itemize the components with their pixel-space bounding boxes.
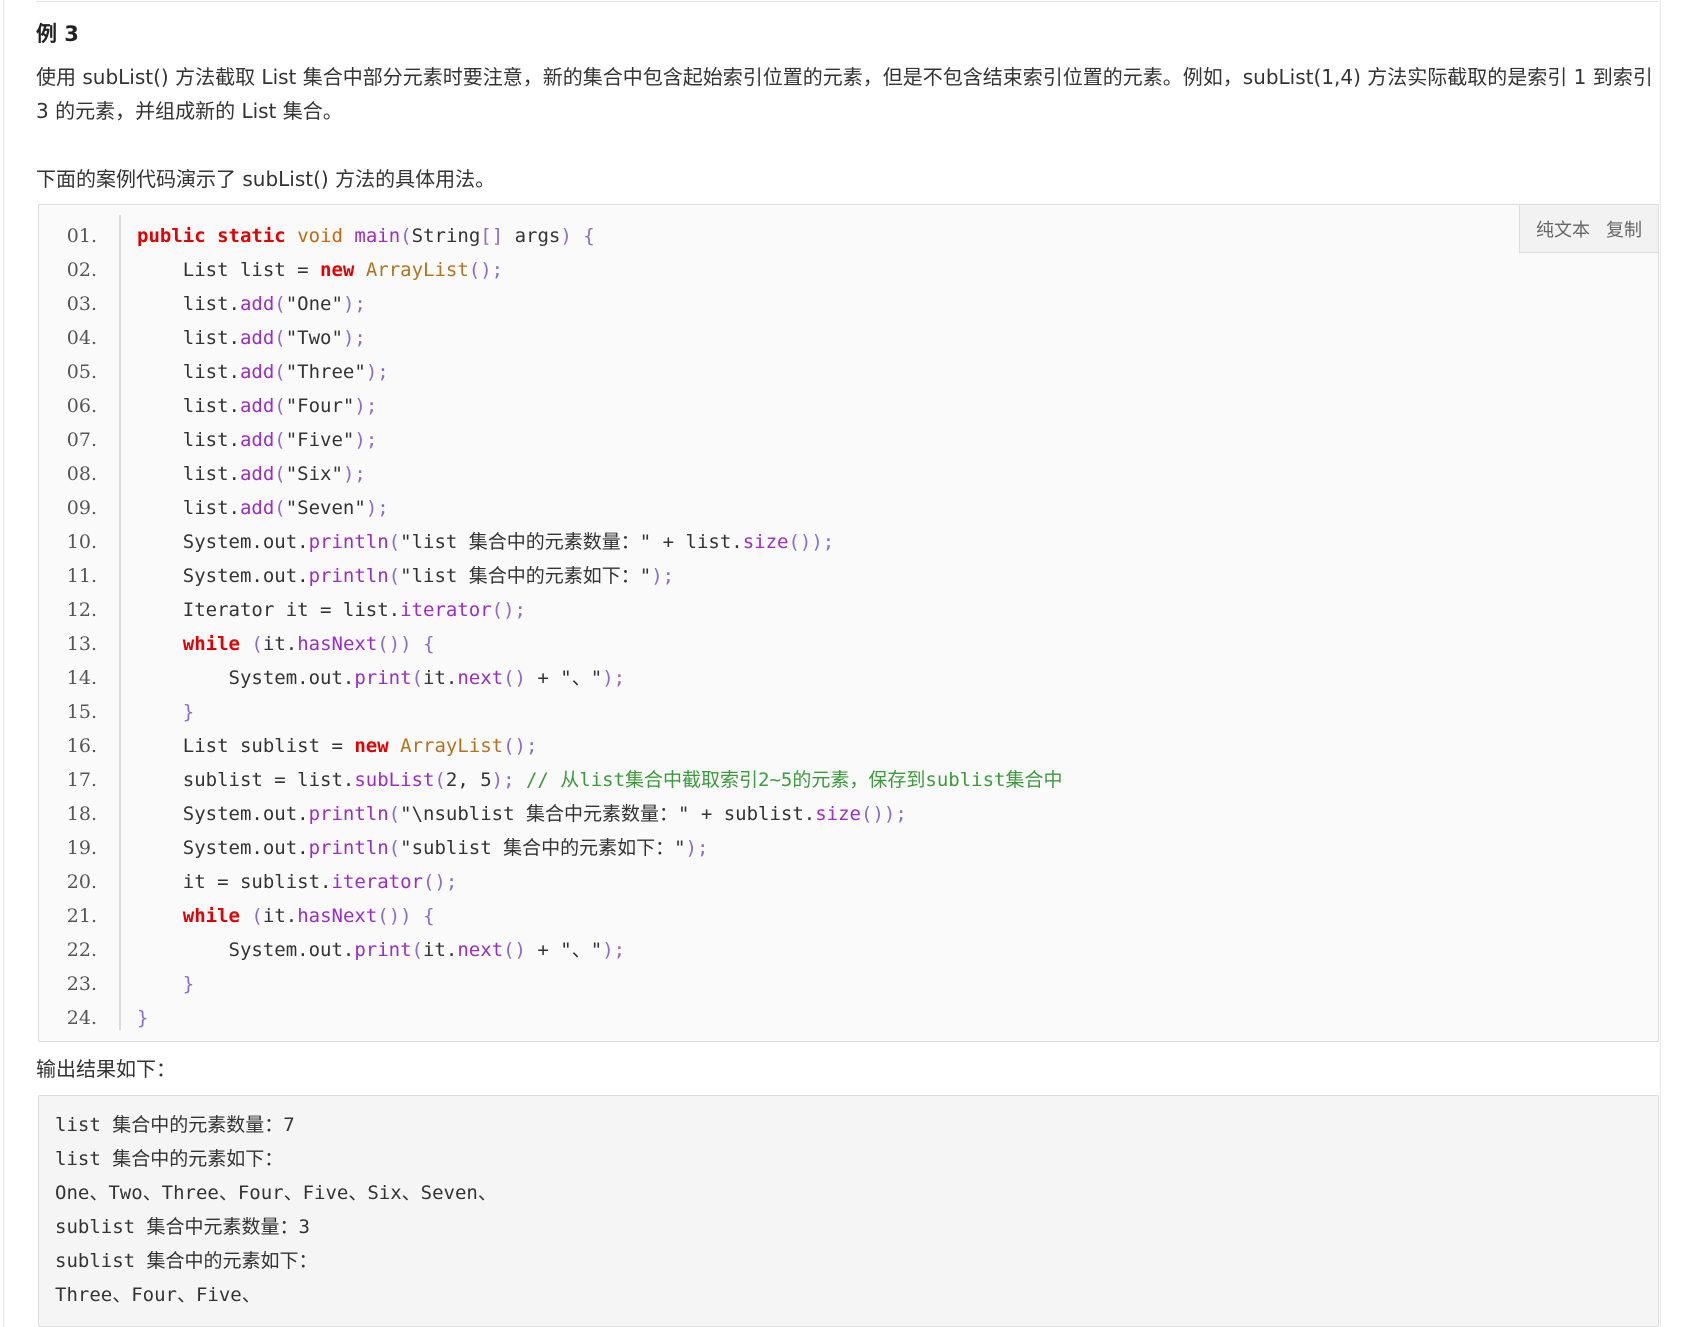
code-text: public static void main(String[] args) { bbox=[137, 225, 595, 247]
code-text: Iterator it = list.iterator(); bbox=[137, 599, 526, 621]
line-number: 14. bbox=[66, 667, 97, 689]
output-block: list 集合中的元素数量：7 list 集合中的元素如下： One、Two、T… bbox=[38, 1095, 1659, 1327]
code-line: 03. list.add("One"); bbox=[39, 287, 1062, 321]
intro-paragraph: 使用 subList() 方法截取 List 集合中部分元素时要注意，新的集合中… bbox=[36, 65, 1653, 123]
code-line: 23. } bbox=[39, 967, 1062, 1001]
code-line: 20. it = sublist.iterator(); bbox=[39, 865, 1062, 899]
code-text: list.add("Six"); bbox=[137, 463, 366, 485]
code-line: 15. } bbox=[39, 695, 1062, 729]
line-number: 09. bbox=[66, 497, 97, 519]
line-number: 08. bbox=[66, 463, 97, 485]
copy-button[interactable]: 复制 bbox=[1606, 216, 1642, 242]
code-line: 13. while (it.hasNext()) { bbox=[39, 627, 1062, 661]
code-line: 17. sublist = list.subList(2, 5); // 从li… bbox=[39, 763, 1063, 797]
line-number: 20. bbox=[66, 871, 97, 893]
code-text: } bbox=[137, 1007, 149, 1029]
divider bbox=[36, 1, 1658, 2]
output-label: 输出结果如下： bbox=[36, 1057, 176, 1081]
code-line: 19. System.out.println("sublist 集合中的元素如下… bbox=[39, 831, 1062, 865]
code-line: 24.} bbox=[39, 1001, 1062, 1035]
example-heading: 例 3 bbox=[36, 22, 79, 46]
code-text: while (it.hasNext()) { bbox=[182, 905, 435, 927]
code-line: 14. System.out.print(it.next() + "、"); bbox=[39, 661, 1062, 695]
output-line: list 集合中的元素数量：7 bbox=[55, 1114, 295, 1136]
code-line: 06. list.add("Four"); bbox=[39, 389, 1062, 423]
line-number: 05. bbox=[66, 361, 97, 383]
line-number: 10. bbox=[66, 531, 97, 553]
code-line: 21. while (it.hasNext()) { bbox=[39, 899, 1062, 933]
line-number: 16. bbox=[66, 735, 97, 757]
line-number: 21. bbox=[66, 905, 97, 927]
line-number: 22. bbox=[66, 939, 97, 961]
code-line: 12. Iterator it = list.iterator(); bbox=[39, 593, 1062, 627]
line-number: 17. bbox=[66, 769, 97, 791]
code-text: list.add("Three"); bbox=[137, 361, 389, 383]
output-line: sublist 集合中的元素如下： bbox=[55, 1250, 318, 1272]
output-line: list 集合中的元素如下： bbox=[55, 1148, 284, 1170]
code-text: System.out.println("list 集合中的元素如下："); bbox=[137, 565, 675, 587]
code-block: 纯文本 复制 01. public static void main(String… bbox=[38, 204, 1659, 1042]
code-text: } bbox=[182, 973, 195, 995]
line-number: 01. bbox=[66, 225, 97, 247]
line-number: 15. bbox=[66, 701, 97, 723]
line-number: 06. bbox=[66, 395, 97, 417]
line-number: 04. bbox=[66, 327, 97, 349]
code-text: } bbox=[182, 701, 195, 723]
line-number: 24. bbox=[66, 1007, 97, 1029]
code-text: List list = new ArrayList(); bbox=[137, 259, 504, 281]
code-text: list.add("Four"); bbox=[137, 395, 378, 417]
line-number: 13. bbox=[66, 633, 97, 655]
code-text: sublist = list.subList(2, 5); // 从list集合… bbox=[137, 769, 1063, 791]
line-number: 11. bbox=[66, 565, 97, 587]
line-number: 12. bbox=[66, 599, 97, 621]
output-line: One、Two、Three、Four、Five、Six、Seven、 bbox=[55, 1182, 497, 1204]
code-line: 04. list.add("Two"); bbox=[39, 321, 1062, 355]
code-line: 09. list.add("Seven"); bbox=[39, 491, 1062, 525]
code-line: 08. list.add("Six"); bbox=[39, 457, 1062, 491]
code-intro-text: 下面的案例代码演示了 subList() 方法的具体用法。 bbox=[36, 167, 496, 191]
code-text: list.add("Five"); bbox=[137, 429, 378, 451]
line-number: 18. bbox=[66, 803, 97, 825]
code-line: 07. list.add("Five"); bbox=[39, 423, 1062, 457]
output-line: Three、Four、Five、 bbox=[55, 1284, 261, 1306]
code-text: System.out.print(it.next() + "、"); bbox=[137, 667, 626, 689]
code-line: 10. System.out.println("list 集合中的元素数量：" … bbox=[39, 525, 1062, 559]
code-text: System.out.print(it.next() + "、"); bbox=[137, 939, 626, 961]
code-text: list.add("Seven"); bbox=[137, 497, 389, 519]
line-number: 02. bbox=[66, 259, 97, 281]
code-line: 01. public static void main(String[] args… bbox=[39, 219, 1062, 253]
line-number: 19. bbox=[66, 837, 97, 859]
code-text: list.add("One"); bbox=[137, 293, 366, 315]
code-line: 11. System.out.println("list 集合中的元素如下：")… bbox=[39, 559, 1062, 593]
plain-text-button[interactable]: 纯文本 bbox=[1536, 216, 1590, 242]
line-number: 03. bbox=[66, 293, 97, 315]
code-line: 18. System.out.println("\nsublist 集合中元素数… bbox=[39, 797, 1062, 831]
code-line: 05. list.add("Three"); bbox=[39, 355, 1062, 389]
code-text: System.out.println("\nsublist 集合中元素数量：" … bbox=[137, 803, 907, 825]
code-text: it = sublist.iterator(); bbox=[137, 871, 458, 893]
code-line: 22. System.out.print(it.next() + "、"); bbox=[39, 933, 1062, 967]
code-line: 02. List list = new ArrayList(); bbox=[39, 253, 1062, 287]
line-number: 23. bbox=[66, 973, 97, 995]
code-text: while (it.hasNext()) { bbox=[182, 633, 435, 655]
code-text: System.out.println("sublist 集合中的元素如下："); bbox=[137, 837, 709, 859]
code-text: System.out.println("list 集合中的元素数量：" + li… bbox=[137, 531, 835, 553]
code-lines: 01. public static void main(String[] args… bbox=[39, 219, 1063, 1035]
output-line: sublist 集合中元素数量：3 bbox=[55, 1216, 310, 1238]
code-text: List sublist = new ArrayList(); bbox=[137, 735, 538, 757]
line-number: 07. bbox=[66, 429, 97, 451]
article-content: 例 3 使用 subList() 方法截取 List 集合中部分元素时要注意，新… bbox=[3, 0, 1661, 1327]
code-toolbar: 纯文本 复制 bbox=[1519, 204, 1659, 253]
code-line: 16. List sublist = new ArrayList(); bbox=[39, 729, 1062, 763]
code-text: list.add("Two"); bbox=[137, 327, 366, 349]
